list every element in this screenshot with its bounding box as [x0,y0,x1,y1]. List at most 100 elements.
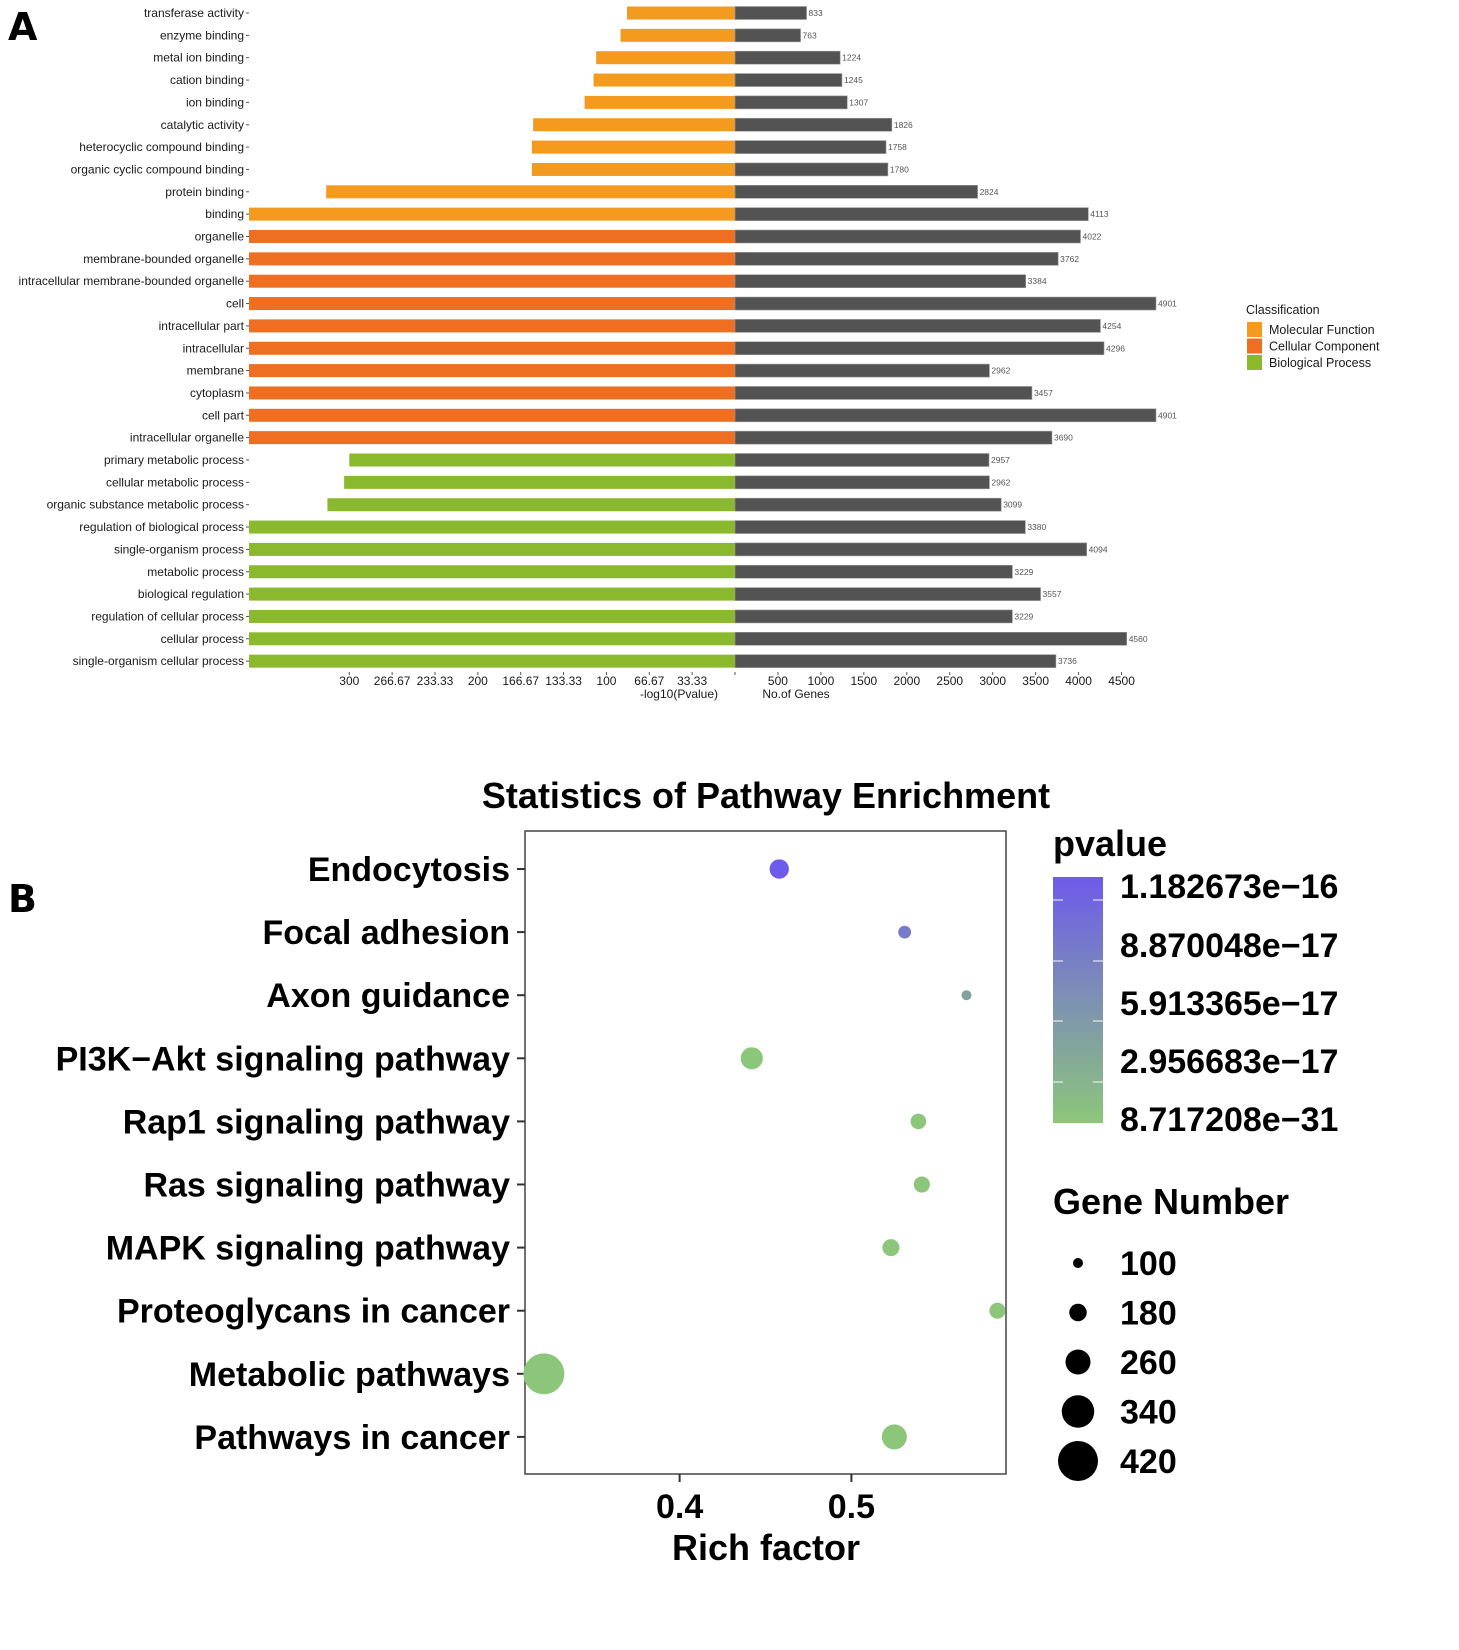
legend-swatch [1247,322,1262,337]
left-axis-tick-label: 300 [339,674,359,688]
gene-count-bar [734,587,1041,601]
gene-count-label: 2957 [991,455,1010,465]
category-label: cellular metabolic process [106,475,244,489]
gene-count-label: 3229 [1014,567,1033,577]
gene-count-label: 2962 [991,366,1010,376]
gene-count-bar [734,520,1026,534]
gene-count-bar [734,497,1002,512]
size-legend-label: 180 [1120,1295,1177,1333]
pathway-point [882,1239,900,1257]
gene-count-label: 4113 [1090,209,1109,219]
size-legend-dot [1058,1441,1098,1481]
chart-title: Statistics of Pathway Enrichment [482,775,1050,816]
pvalue-bar [249,609,735,623]
right-axis-tick-label: 4500 [1108,674,1135,688]
pvalue-bar [344,475,735,489]
figure-canvas: A B transferase activity 833 enzyme bindin… [8,5,1380,1568]
category-label: metabolic process [147,565,244,579]
pvalue-bar [249,565,735,579]
pathway-point [523,1353,565,1395]
x-tick-label: 0.4 [656,1488,703,1526]
color-legend-title: pvalue [1053,823,1167,864]
gene-count-bar [734,430,1053,445]
gene-count-bar [734,162,889,177]
gene-count-label: 3099 [1003,500,1022,510]
pathway-point [989,1302,1006,1319]
size-legend-label: 340 [1120,1394,1177,1432]
size-legend-dot [1069,1303,1087,1322]
pathway-label: Pathways in cancer [194,1419,510,1457]
category-label: intracellular organelle [130,431,244,445]
gene-count-label: 1826 [894,120,913,130]
pvalue-bar [249,319,735,333]
x-axis-title: Rich factor [672,1527,860,1568]
left-axis-tick-label: 200 [468,674,488,688]
gene-count-bar [734,319,1101,333]
left-axis-tick-label: 100 [596,674,616,688]
pathway-label: MAPK signaling pathway [106,1230,510,1268]
pathway-point [881,1424,907,1450]
gene-count-bar [734,252,1059,266]
category-label: organic substance metabolic process [47,498,244,512]
gene-count-bar [734,117,893,132]
gene-count-label: 3457 [1034,388,1053,398]
gene-count-label: 4254 [1102,321,1121,331]
right-axis-tick-label: 3500 [1022,674,1049,688]
gene-count-label: 2824 [980,187,999,197]
gene-count-label: 1780 [890,164,909,174]
legend-title: Classification [1246,303,1320,317]
pvalue-bar [531,140,735,154]
gene-count-label: 1307 [849,97,868,107]
right-axis-title: No.of Genes [762,687,829,701]
size-legend-label: 420 [1120,1443,1177,1481]
gene-count-label: 3736 [1058,656,1077,666]
category-label: cytoplasm [190,386,244,400]
plot-frame [524,830,1007,1475]
pvalue-bar [249,297,735,311]
gene-count-bar [734,229,1081,244]
pathway-point [961,990,972,1001]
left-axis-tick-label: 33.33 [677,674,707,688]
gene-count-bar [734,453,990,467]
category-label: intracellular membrane-bounded organelle [19,274,245,288]
pathway-point [898,925,912,939]
panel-b-label: B [8,877,37,921]
color-legend-label: 8.717208e−31 [1120,1101,1338,1139]
category-label: ion binding [186,95,244,109]
category-label: single-organism process [114,542,244,556]
gene-count-bar [734,6,807,20]
pvalue-bar [596,51,735,65]
color-legend-label: 8.870048e−17 [1120,927,1338,965]
category-label: primary metabolic process [104,453,244,467]
gene-count-bar [734,654,1057,668]
pvalue-bar [349,453,735,467]
color-legend-label: 1.182673e−16 [1120,868,1338,906]
legend-entry-label: Molecular Function [1269,323,1375,337]
pvalue-bar [249,431,735,445]
category-label: organic cyclic compound binding [71,162,244,176]
right-axis-tick-label: 1000 [808,674,835,688]
category-label: cell [226,297,244,311]
gene-count-bar [734,542,1087,557]
gene-count-label: 4560 [1129,634,1148,644]
pvalue-bar [533,118,735,132]
category-label: metal ion binding [153,51,244,65]
go-classification-chart: transferase activity 833 enzyme binding 763… [19,6,1380,701]
gene-count-label: 4022 [1082,232,1101,242]
gene-count-bar [734,50,841,65]
gene-count-bar [734,363,990,378]
pathway-label: Axon guidance [266,977,510,1015]
gene-count-bar [734,185,978,199]
gene-count-label: 3229 [1014,611,1033,621]
gene-count-bar [734,28,801,43]
gene-count-bar [734,140,887,154]
pvalue-bar [249,274,735,288]
category-label: intracellular [183,341,244,355]
color-legend-label: 2.956683e−17 [1120,1043,1338,1081]
left-axis-tick-label: 233.33 [417,674,454,688]
size-legend-dot [1065,1349,1091,1375]
legend-entry-label: Cellular Component [1269,340,1380,354]
gene-count-label: 833 [809,8,823,18]
category-label: catalytic activity [161,118,244,132]
gene-count-label: 1758 [888,142,907,152]
